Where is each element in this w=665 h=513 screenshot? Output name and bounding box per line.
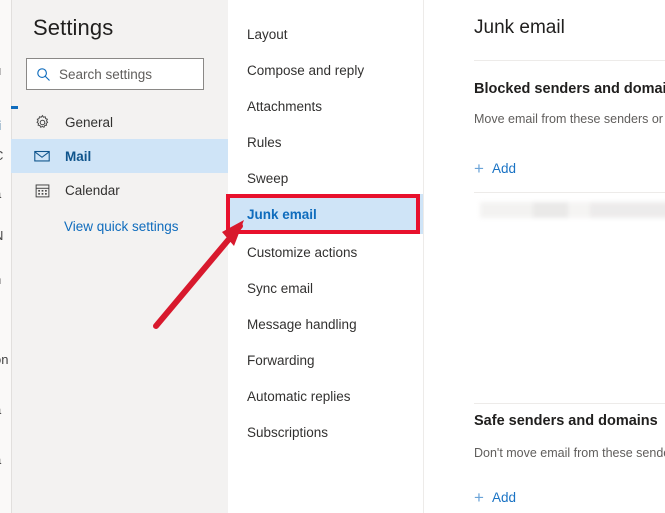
background-text-fragment: a [0, 402, 16, 417]
background-accent-bar [11, 106, 18, 109]
background-text-fragment: a [0, 452, 16, 467]
menu-item-sync-email[interactable]: Sync email [228, 268, 423, 308]
menu-item-label: Automatic replies [247, 388, 351, 404]
menu-item-label: Sweep [247, 170, 289, 186]
blocked-senders-heading: Blocked senders and domains [474, 81, 665, 97]
menu-item-label: Subscriptions [247, 424, 329, 440]
menu-item-sweep[interactable]: Sweep [228, 158, 423, 198]
sidebar-item-label: General [65, 114, 114, 130]
menu-item-forwarding[interactable]: Forwarding [228, 340, 423, 380]
background-text-fragment: u [0, 63, 16, 78]
menu-item-junk-email[interactable]: Junk email [228, 194, 423, 234]
gear-icon [31, 114, 53, 131]
background-text-fragment: N [0, 228, 16, 243]
menu-item-attachments[interactable]: Attachments [228, 86, 423, 126]
background-app-strip: s u li C a N n r on a a [0, 0, 18, 513]
plus-icon: + [474, 488, 484, 507]
menu-item-label: Forwarding [247, 352, 315, 368]
content-divider [474, 60, 665, 61]
plus-icon: + [474, 159, 484, 178]
safe-senders-divider [474, 403, 665, 404]
menu-item-label: Rules [247, 134, 282, 150]
sidebar-item-label: Calendar [65, 182, 120, 198]
menu-item-message-handling[interactable]: Message handling [228, 304, 423, 344]
blocked-senders-description: Move email from these senders or domains… [474, 112, 665, 126]
background-text-fragment: n [0, 272, 16, 287]
menu-item-label: Compose and reply [247, 62, 365, 78]
add-safe-sender-button[interactable]: + Add [474, 489, 516, 506]
safe-senders-description: Don't move email from these senders or d… [474, 446, 665, 460]
menu-item-label: Junk email [247, 206, 317, 222]
add-blocked-sender-button[interactable]: + Add [474, 160, 516, 177]
redacted-blocked-entry [480, 202, 665, 218]
safe-senders-heading: Safe senders and domains [474, 413, 658, 429]
sidebar-item-general[interactable]: General [18, 105, 228, 139]
background-text-fragment: li [0, 118, 16, 133]
settings-nav-pane: Settings Search settings General Mail Ca… [18, 0, 228, 513]
background-text-fragment: r [0, 312, 16, 327]
background-text-fragment: s [0, 8, 16, 23]
view-quick-settings-link[interactable]: View quick settings [64, 219, 179, 234]
junk-email-content-pane: Junk email Blocked senders and domains M… [424, 0, 665, 513]
menu-item-layout[interactable]: Layout [228, 14, 423, 54]
menu-item-label: Sync email [247, 280, 314, 296]
sidebar-item-label: Mail [65, 148, 92, 164]
background-text-fragment: a [0, 186, 16, 201]
calendar-icon [31, 182, 53, 199]
menu-item-subscriptions[interactable]: Subscriptions [228, 412, 423, 452]
menu-item-customize-actions[interactable]: Customize actions [228, 232, 423, 272]
blocked-list-divider [474, 192, 665, 193]
menu-item-label: Customize actions [247, 244, 358, 260]
search-icon [36, 67, 51, 82]
add-blocked-sender-label: Add [491, 161, 516, 176]
add-safe-sender-label: Add [491, 490, 516, 505]
envelope-icon [31, 147, 53, 165]
menu-item-compose-and-reply[interactable]: Compose and reply [228, 50, 423, 90]
content-title: Junk email [474, 17, 565, 38]
page-title: Settings [33, 15, 114, 40]
search-settings-box[interactable]: Search settings [26, 58, 204, 90]
search-input[interactable]: Search settings [59, 67, 152, 82]
mail-settings-menu: Layout Compose and reply Attachments Rul… [228, 0, 424, 513]
screenshot-root: s u li C a N n r on a a Settings Search … [0, 0, 665, 513]
menu-item-label: Layout [247, 26, 288, 42]
sidebar-item-mail[interactable]: Mail [18, 139, 228, 173]
menu-item-rules[interactable]: Rules [228, 122, 423, 162]
menu-item-label: Message handling [247, 316, 357, 332]
settings-dialog: Settings Search settings General Mail Ca… [18, 0, 665, 513]
menu-item-label: Attachments [247, 98, 323, 114]
background-text-fragment: C [0, 148, 16, 163]
menu-item-automatic-replies[interactable]: Automatic replies [228, 376, 423, 416]
sidebar-item-calendar[interactable]: Calendar [18, 173, 228, 207]
background-text-fragment: on [0, 352, 9, 367]
